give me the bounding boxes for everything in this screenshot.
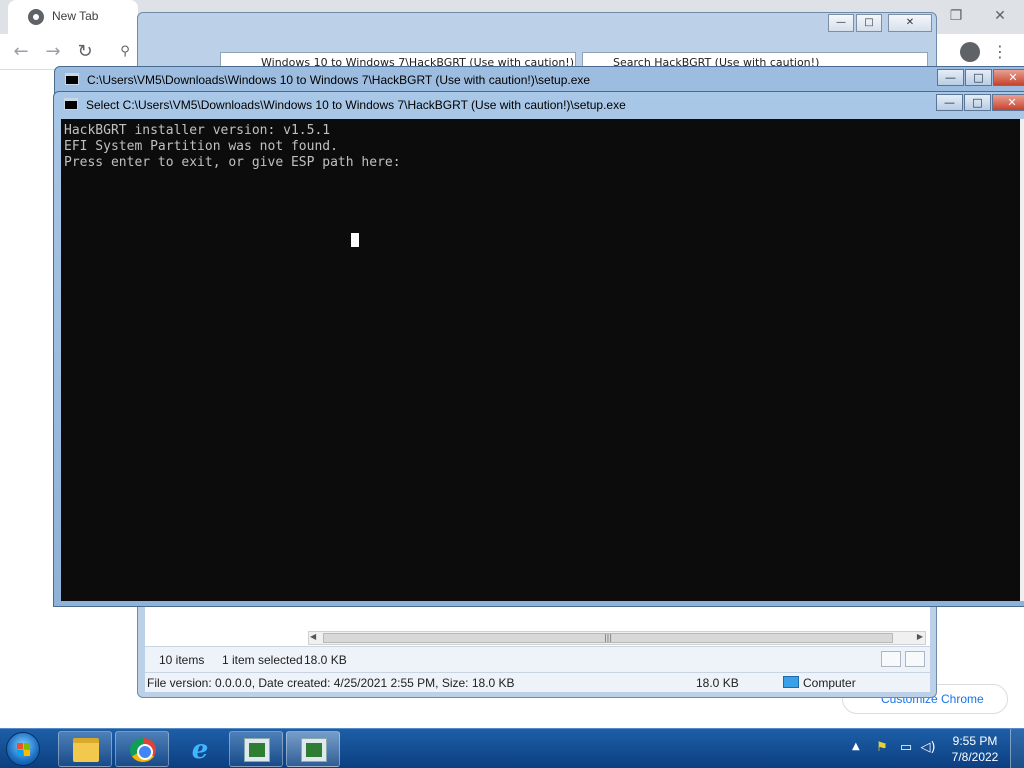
console-output: HackBGRT installer version: v1.5.1 EFI Sy…: [64, 123, 401, 171]
console-back-maximize-icon[interactable]: □: [965, 69, 992, 86]
internet-explorer-icon: e: [191, 735, 209, 765]
selected-count: 1 item selected: [222, 653, 303, 667]
console-line: Press enter to exit, or give ESP path he…: [64, 155, 401, 170]
explorer-status-bar: 10 items 1 item selected 18.0 KB: [145, 646, 930, 672]
scroll-left-icon[interactable]: ◀: [310, 632, 316, 641]
large-icons-view-icon[interactable]: [905, 651, 925, 667]
reload-icon[interactable]: ↻: [74, 42, 96, 62]
chrome-icon: [130, 738, 156, 762]
forward-arrow-icon[interactable]: →: [42, 42, 64, 62]
console-window-front: Select C:\Users\VM5\Downloads\Windows 10…: [53, 91, 1024, 607]
back-arrow-icon[interactable]: ←: [10, 42, 32, 62]
console-app-icon: [65, 73, 79, 85]
console-front-maximize-icon[interactable]: □: [964, 94, 991, 111]
console-back-titlebar[interactable]: C:\Users\VM5\Downloads\Windows 10 to Win…: [55, 67, 1024, 93]
taskbar-console-button-1[interactable]: [229, 731, 283, 767]
show-hidden-icons-icon[interactable]: ▲: [852, 741, 860, 752]
chrome-favicon-icon: [28, 9, 44, 25]
volume-icon[interactable]: ◁): [920, 740, 936, 756]
console-vertical-scrollbar[interactable]: [1020, 119, 1024, 601]
explorer-minimize-icon[interactable]: —: [828, 14, 854, 32]
explorer-scroll-thumb[interactable]: |||: [323, 633, 893, 643]
console-line: HackBGRT installer version: v1.5.1: [64, 123, 331, 138]
folder-icon: [73, 738, 99, 762]
windows-logo-icon: [17, 743, 31, 757]
search-icon[interactable]: ⚲: [114, 42, 136, 62]
items-count: 10 items: [159, 653, 205, 667]
console-app-icon: [244, 738, 270, 762]
chrome-restore-icon[interactable]: ❐: [942, 6, 970, 26]
console-app-icon: [301, 738, 327, 762]
console-front-titlebar[interactable]: Select C:\Users\VM5\Downloads\Windows 10…: [54, 92, 1024, 118]
taskbar-ie-button[interactable]: e: [172, 731, 226, 767]
console-front-close-icon[interactable]: ✕: [992, 94, 1024, 111]
console-front-minimize-icon[interactable]: —: [936, 94, 963, 111]
start-button[interactable]: [6, 732, 40, 766]
show-desktop-button[interactable]: [1010, 729, 1024, 768]
file-details-text: File version: 0.0.0.0, Date created: 4/2…: [147, 676, 515, 690]
explorer-details-bar: File version: 0.0.0.0, Date created: 4/2…: [145, 672, 930, 692]
console-back-minimize-icon[interactable]: —: [937, 69, 964, 86]
console-back-close-icon[interactable]: ✕: [993, 69, 1024, 86]
console-line: EFI System Partition was not found.: [64, 139, 338, 154]
network-icon[interactable]: ▭: [898, 740, 914, 756]
text-cursor: [351, 233, 359, 247]
clock-date: 7/8/2022: [951, 750, 999, 764]
action-center-flag-icon[interactable]: ⚑: [874, 740, 890, 756]
taskbar-explorer-button[interactable]: [58, 731, 112, 767]
kebab-menu-icon[interactable]: ⋮: [992, 42, 1008, 62]
location-label: Computer: [803, 676, 856, 690]
clock-time: 9:55 PM: [952, 734, 998, 748]
taskbar-chrome-button[interactable]: [115, 731, 169, 767]
details-view-icon[interactable]: [881, 651, 901, 667]
explorer-horizontal-scrollbar[interactable]: ◀ ||| ▶: [308, 631, 926, 645]
scroll-right-icon[interactable]: ▶: [917, 632, 923, 641]
selected-size: 18.0 KB: [304, 653, 347, 667]
console-back-title: C:\Users\VM5\Downloads\Windows 10 to Win…: [87, 73, 591, 87]
taskbar: e ▲ ⚑ ▭ ◁) 9:55 PM 7/8/2022: [0, 728, 1024, 768]
explorer-maximize-icon[interactable]: □: [856, 14, 882, 32]
explorer-close-icon[interactable]: ✕: [888, 14, 932, 32]
computer-icon: [783, 676, 799, 688]
console-app-icon: [64, 98, 78, 110]
taskbar-console-button-2[interactable]: [286, 731, 340, 767]
console-front-title: Select C:\Users\VM5\Downloads\Windows 10…: [86, 98, 626, 112]
details-size: 18.0 KB: [696, 676, 739, 690]
console-output-area[interactable]: HackBGRT installer version: v1.5.1 EFI Sy…: [61, 119, 1021, 601]
system-clock[interactable]: 9:55 PM 7/8/2022: [944, 733, 1006, 765]
chrome-tab-new-tab[interactable]: New Tab: [8, 0, 138, 34]
chrome-tab-label: New Tab: [52, 9, 99, 23]
chrome-close-icon[interactable]: ✕: [986, 6, 1014, 26]
profile-avatar-icon[interactable]: [960, 42, 980, 62]
